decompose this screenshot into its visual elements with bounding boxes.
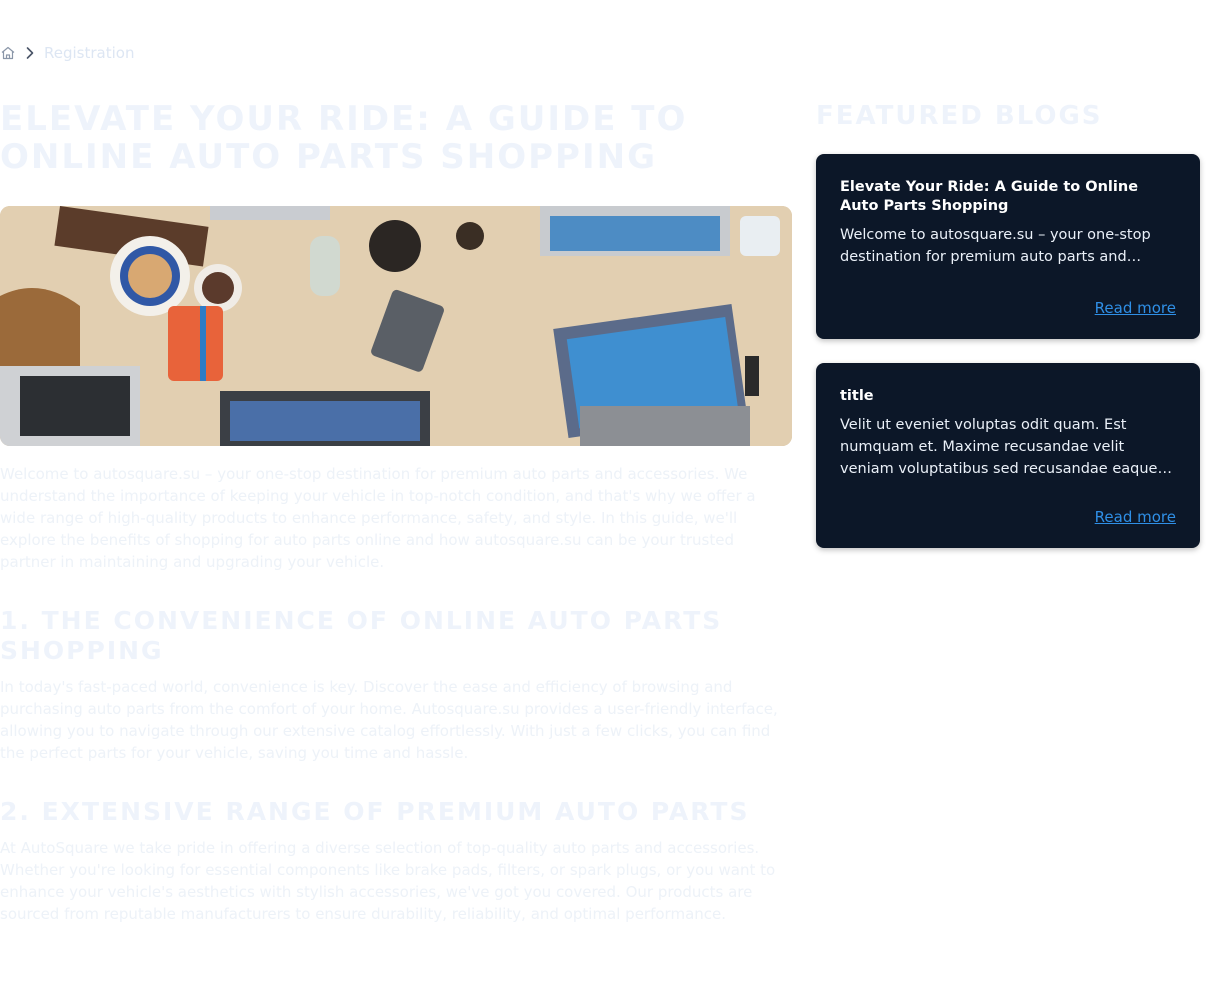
chevron-right-icon (24, 46, 36, 60)
breadcrumb: Registration (0, 42, 134, 64)
featured-blogs-title: Featured Blogs (816, 101, 1103, 131)
section-text-1: In today's fast-paced world, convenience… (0, 678, 778, 762)
home-icon[interactable] (0, 45, 16, 61)
blog-card-excerpt: Velit ut eveniet voluptas odit quam. Est… (840, 417, 1158, 477)
read-more-link[interactable]: Read more (1095, 508, 1176, 526)
page-title: Elevate Your Ride: A Guide to Online Aut… (0, 99, 688, 177)
blog-card[interactable]: title Velit ut eveniet voluptas odit qua… (816, 363, 1200, 548)
intro-paragraph: Welcome to autosquare.su – your one-stop… (0, 465, 756, 571)
blog-card-title: Elevate Your Ride: A Guide to Online Aut… (840, 179, 1139, 214)
hero-image (0, 206, 792, 446)
section-text-2: At AutoSquare we take pride in offering … (0, 839, 776, 923)
section-heading-2: 2. Extensive Range of Premium Auto Parts (0, 797, 750, 826)
article: Elevate Your Ride: A Guide to Online Aut… (0, 100, 792, 925)
read-more-link[interactable]: Read more (1095, 299, 1176, 317)
featured-blogs: Featured Blogs Elevate Your Ride: A Guid… (816, 100, 1200, 548)
blog-card-excerpt: Welcome to autosquare.su – your one-stop… (840, 227, 1151, 265)
blog-card[interactable]: Elevate Your Ride: A Guide to Online Aut… (816, 154, 1200, 339)
blog-card-title: title (840, 388, 874, 404)
breadcrumb-current: Registration (44, 44, 135, 62)
section-heading-1: 1. The Convenience of Online Auto Parts … (0, 606, 723, 665)
